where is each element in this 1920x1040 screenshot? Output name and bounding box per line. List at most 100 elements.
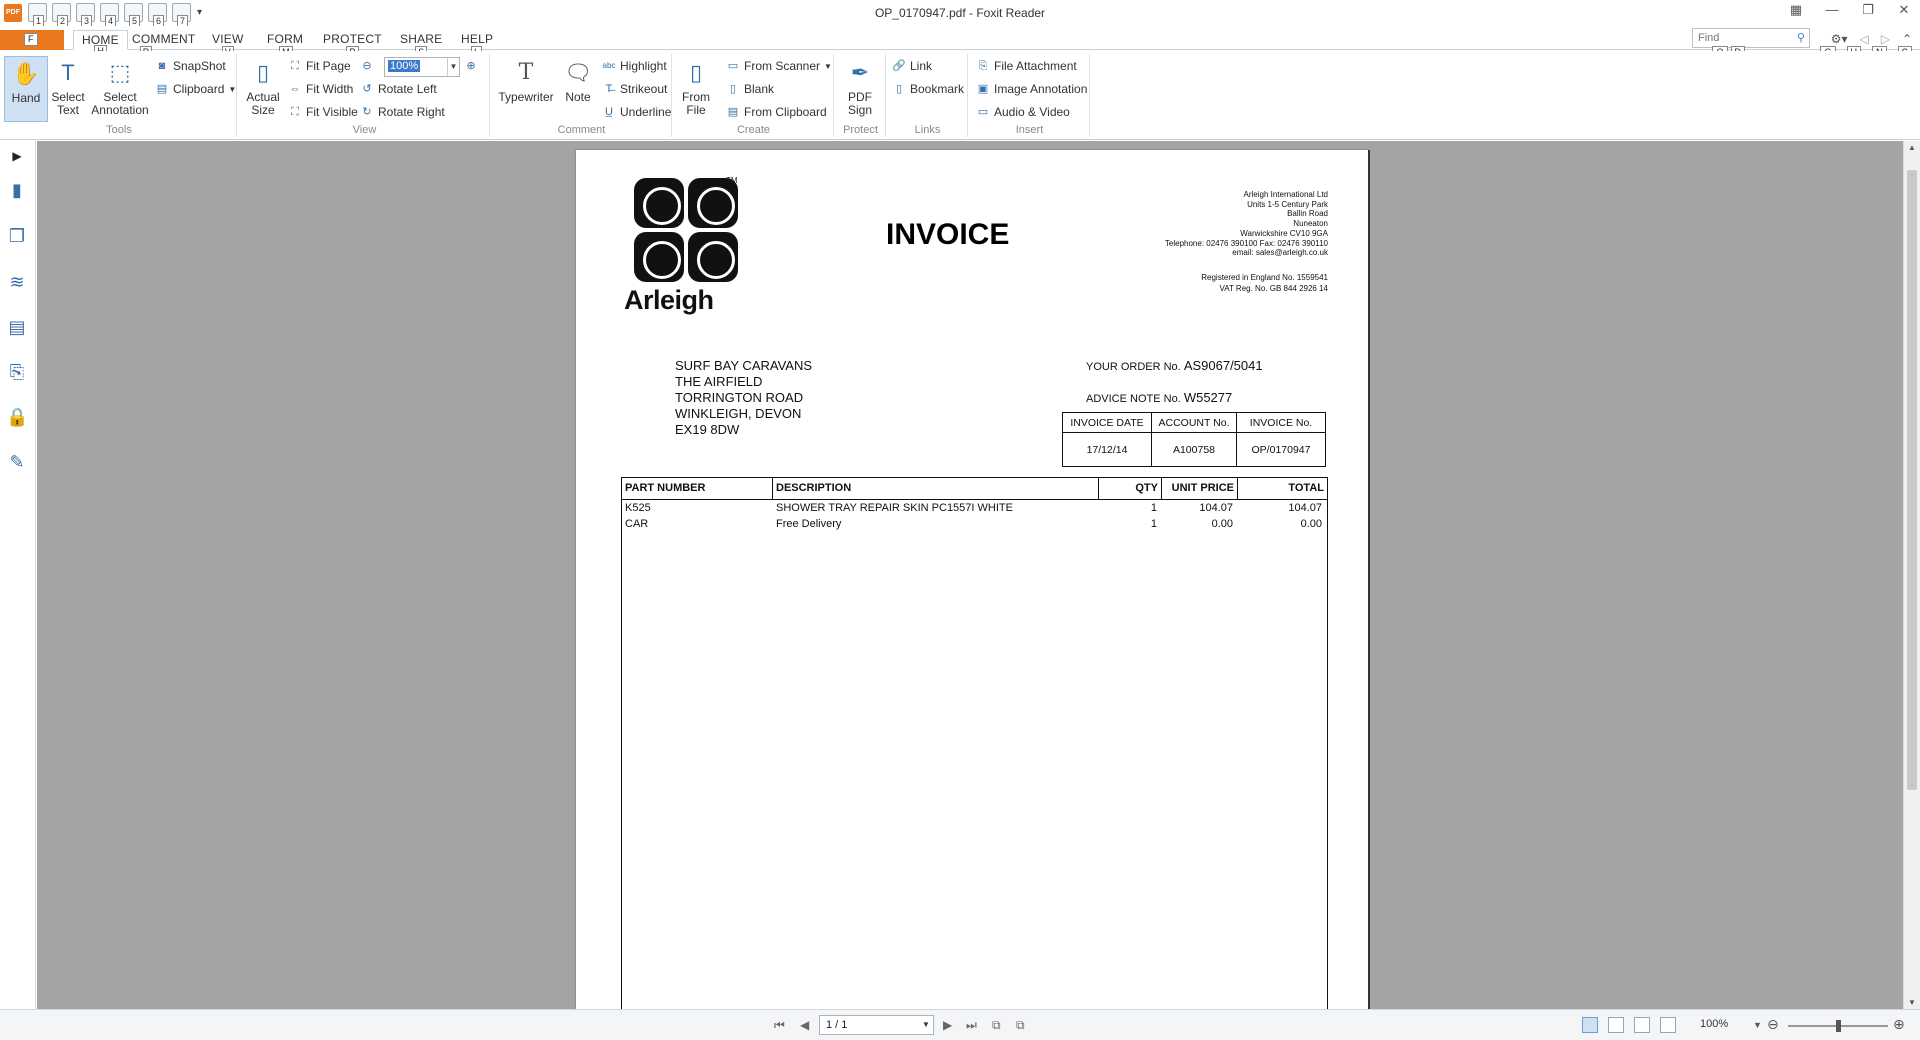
- lock-icon[interactable]: 🔒: [6, 406, 28, 428]
- select-text-button[interactable]: T Select Text: [50, 56, 86, 117]
- grid-icon[interactable]: ▦: [1788, 1, 1804, 19]
- chevron-down-icon[interactable]: ▼: [447, 58, 459, 76]
- search-icon[interactable]: ⚲: [1797, 31, 1805, 44]
- description-header: DESCRIPTION: [773, 478, 1099, 499]
- tab-form[interactable]: FORMM: [267, 32, 303, 58]
- print-icon[interactable]: 3: [76, 3, 95, 27]
- close-icon[interactable]: ✕: [1896, 1, 1912, 19]
- from-file-button[interactable]: ▯ From File: [678, 56, 714, 117]
- vertical-scrollbar[interactable]: ▲ ▼: [1903, 141, 1920, 1009]
- document-viewport[interactable]: TM Arleigh INVOICE Arleigh International…: [37, 141, 1903, 1009]
- file-tab[interactable]: F: [0, 30, 64, 50]
- highlight-button[interactable]: abc Highlight: [602, 57, 667, 75]
- registration-info: Registered in England No. 1559541 VAT Re…: [1201, 272, 1328, 294]
- tab-comment[interactable]: COMMENTR: [132, 32, 195, 58]
- layers-panel-icon[interactable]: ≋: [6, 271, 28, 293]
- logo-text: Arleigh: [624, 285, 714, 315]
- pdf-sign-button[interactable]: ✒ PDF Sign: [842, 56, 878, 117]
- zoom-slider-thumb[interactable]: [1836, 1020, 1841, 1032]
- pages-panel-icon[interactable]: ❐: [6, 225, 28, 247]
- fit-visible-button[interactable]: ⛶ Fit Visible: [288, 103, 358, 121]
- pdf-page: TM Arleigh INVOICE Arleigh International…: [576, 150, 1368, 1009]
- snapshot-button[interactable]: ◙ SnapShot: [155, 57, 226, 75]
- minimize-icon[interactable]: —: [1824, 1, 1840, 19]
- open-icon[interactable]: 1: [28, 3, 47, 27]
- new-icon[interactable]: 5: [124, 3, 143, 27]
- forward-icon[interactable]: ▷: [1881, 32, 1890, 46]
- address-line: WINKLEIGH, DEVON: [675, 406, 802, 421]
- hand-button[interactable]: ✋ Hand: [4, 56, 48, 122]
- back-icon[interactable]: ◁: [1859, 32, 1868, 46]
- tab-protect[interactable]: PROTECTP: [323, 32, 382, 58]
- collapse-ribbon-icon[interactable]: ⌃: [1902, 32, 1912, 46]
- zoom-out-icon[interactable]: ⊖: [1767, 1016, 1779, 1033]
- strikeout-button[interactable]: T̶ Strikeout: [602, 80, 668, 98]
- foxit-logo-icon[interactable]: PDF: [4, 4, 22, 22]
- select-annotation-button[interactable]: ⬚ Select Annotation: [91, 56, 149, 117]
- save-icon[interactable]: 2: [52, 3, 71, 27]
- actual-size-icon: ▯: [256, 59, 270, 85]
- zoom-slider[interactable]: [1788, 1020, 1888, 1032]
- continuous-facing-view-icon[interactable]: [1660, 1017, 1676, 1033]
- scroll-up-icon[interactable]: ▲: [1908, 143, 1916, 152]
- continuous-view-icon[interactable]: [1608, 1017, 1624, 1033]
- undo-icon[interactable]: 6: [148, 3, 167, 27]
- tab-home[interactable]: HOMEH: [73, 30, 128, 57]
- tab-view[interactable]: VIEWV: [212, 32, 243, 58]
- expand-panel-icon[interactable]: ▶: [6, 145, 28, 167]
- single-page-view-icon[interactable]: [1582, 1017, 1598, 1033]
- scrollbar-thumb[interactable]: [1907, 170, 1917, 790]
- zoom-in-button[interactable]: ⊕: [464, 57, 478, 75]
- scroll-down-icon[interactable]: ▼: [1908, 998, 1916, 1007]
- zoom-in-icon[interactable]: ⊕: [1893, 1016, 1905, 1033]
- link-button[interactable]: 🔗 Link: [892, 57, 932, 75]
- email-icon[interactable]: 4: [100, 3, 119, 27]
- tab-share[interactable]: SHARES: [400, 32, 442, 58]
- rotate-right-button[interactable]: ↻ Rotate Right: [360, 103, 444, 121]
- actual-size-button[interactable]: ▯ Actual Size: [244, 56, 282, 117]
- bookmark-button[interactable]: ▯ Bookmark: [892, 80, 964, 98]
- gear-icon[interactable]: ⚙▾: [1831, 32, 1848, 46]
- next-page-icon[interactable]: ▶: [943, 1018, 952, 1032]
- from-scanner-button[interactable]: ▭ From Scanner ▼: [726, 57, 832, 75]
- previous-page-icon[interactable]: ◀: [800, 1018, 809, 1032]
- zoom-select[interactable]: 100% ▼: [384, 57, 460, 77]
- underline-button[interactable]: U̲ Underline: [602, 103, 671, 121]
- zoom-out-button[interactable]: ⊖: [360, 57, 374, 75]
- redo-icon[interactable]: 7: [172, 3, 191, 27]
- from-clipboard-button[interactable]: ▤ From Clipboard: [726, 103, 827, 121]
- group-label-create: Create: [736, 124, 771, 136]
- from-clipboard-label: From Clipboard: [744, 105, 827, 119]
- previous-view-icon[interactable]: ⧉: [992, 1018, 1001, 1033]
- file-attachment-button[interactable]: ⎘ File Attachment: [976, 57, 1077, 75]
- select-annotation-label-2: Annotation: [91, 103, 149, 117]
- blank-button[interactable]: ▯ Blank: [726, 80, 774, 98]
- audio-video-label: Audio & Video: [994, 105, 1070, 119]
- restore-icon[interactable]: ❐: [1860, 1, 1876, 19]
- signature-panel-icon[interactable]: ✎: [6, 451, 28, 473]
- comments-panel-icon[interactable]: ▤: [6, 316, 28, 338]
- chevron-down-icon[interactable]: ▼: [1753, 1020, 1762, 1030]
- next-view-icon[interactable]: ⧉: [1016, 1018, 1025, 1033]
- facing-view-icon[interactable]: [1634, 1017, 1650, 1033]
- rotate-left-button[interactable]: ↺ Rotate Left: [360, 80, 436, 98]
- clipboard-button[interactable]: ▤ Clipboard ▼: [155, 80, 237, 98]
- status-zoom-value[interactable]: 100%: [1700, 1018, 1728, 1030]
- bookmark-panel-icon[interactable]: ▮: [6, 179, 28, 201]
- attachment-panel-icon[interactable]: ⎘: [6, 361, 28, 383]
- strikeout-icon: T̶: [605, 83, 613, 95]
- chevron-down-icon[interactable]: ▼: [919, 1016, 933, 1034]
- audio-video-button[interactable]: ▭ Audio & Video: [976, 103, 1070, 121]
- find-input[interactable]: Find ⚲: [1692, 28, 1810, 48]
- group-label-view: View: [352, 124, 377, 136]
- customize-toolbar-icon[interactable]: ▾: [197, 3, 202, 23]
- last-page-icon[interactable]: ⏭: [966, 1018, 977, 1033]
- fit-width-button[interactable]: ⇔ Fit Width: [288, 80, 354, 98]
- page-number-input[interactable]: 1 / 1 ▼: [819, 1015, 934, 1035]
- first-page-icon[interactable]: ⏮: [774, 1018, 785, 1033]
- typewriter-button[interactable]: T Typewriter: [497, 56, 555, 104]
- image-annotation-button[interactable]: ▣ Image Annotation: [976, 80, 1088, 98]
- note-button[interactable]: 🗨 Note: [560, 56, 596, 104]
- tab-help[interactable]: HELPL: [461, 32, 493, 58]
- fit-page-button[interactable]: ⛶ Fit Page: [288, 57, 351, 75]
